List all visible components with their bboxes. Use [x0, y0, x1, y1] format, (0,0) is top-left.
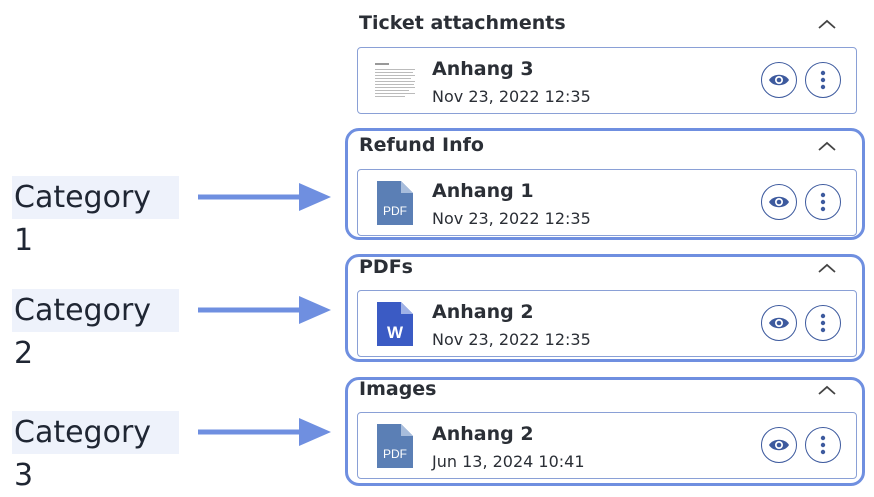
eye-icon: [769, 74, 789, 86]
word-icon-text: W: [387, 323, 404, 342]
more-options-button[interactable]: [805, 427, 841, 463]
more-vertical-icon: [820, 70, 826, 90]
preview-button[interactable]: [761, 184, 797, 220]
file-name: Anhang 2: [432, 423, 534, 445]
more-vertical-icon: [820, 313, 826, 333]
eye-icon: [769, 196, 789, 208]
section-title-images: Images: [359, 378, 437, 400]
file-date: Nov 23, 2022 12:35: [432, 330, 591, 349]
more-options-button[interactable]: [805, 305, 841, 341]
preview-button[interactable]: [761, 62, 797, 98]
file-date: Nov 23, 2022 12:35: [432, 209, 591, 228]
arrow-right-icon: [198, 418, 331, 446]
more-vertical-icon: [820, 192, 826, 212]
eye-icon: [769, 317, 789, 329]
preview-button[interactable]: [761, 305, 797, 341]
pdf-icon-text: PDF: [383, 204, 407, 218]
pdf-file-icon: PDF: [377, 424, 413, 468]
file-date: Nov 23, 2022 12:35: [432, 87, 591, 106]
arrow-right-icon: [198, 296, 331, 324]
chevron-up-icon[interactable]: [816, 17, 838, 31]
file-name: Anhang 1: [432, 180, 534, 202]
eye-icon: [769, 439, 789, 451]
chevron-up-icon[interactable]: [816, 139, 838, 153]
more-options-button[interactable]: [805, 62, 841, 98]
word-file-icon: W: [377, 302, 413, 346]
category-label-2: Category 2: [12, 289, 179, 371]
attachment-card[interactable]: Anhang 3 Nov 23, 2022 12:35: [357, 47, 857, 114]
more-vertical-icon: [820, 435, 826, 455]
more-options-button[interactable]: [805, 184, 841, 220]
attachment-card[interactable]: PDF Anhang 2 Jun 13, 2024 10:41: [357, 412, 857, 479]
section-title-pdfs: PDFs: [359, 256, 413, 278]
category-label-1: Category 1: [12, 176, 179, 258]
file-date: Jun 13, 2024 10:41: [432, 452, 585, 471]
section-title-ticket-attachments: Ticket attachments: [359, 12, 566, 34]
chevron-up-icon[interactable]: [816, 383, 838, 397]
document-thumbnail-icon: [375, 57, 415, 105]
attachment-card[interactable]: W Anhang 2 Nov 23, 2022 12:35: [357, 290, 857, 357]
attachment-card[interactable]: PDF Anhang 1 Nov 23, 2022 12:35: [357, 169, 857, 236]
section-title-refund-info: Refund Info: [359, 134, 484, 156]
file-name: Anhang 3: [432, 58, 534, 80]
pdf-icon-text: PDF: [383, 447, 407, 461]
preview-button[interactable]: [761, 427, 797, 463]
arrow-right-icon: [198, 183, 331, 211]
category-label-3: Category 3: [12, 411, 179, 493]
pdf-file-icon: PDF: [377, 181, 413, 225]
chevron-up-icon[interactable]: [816, 261, 838, 275]
file-name: Anhang 2: [432, 301, 534, 323]
